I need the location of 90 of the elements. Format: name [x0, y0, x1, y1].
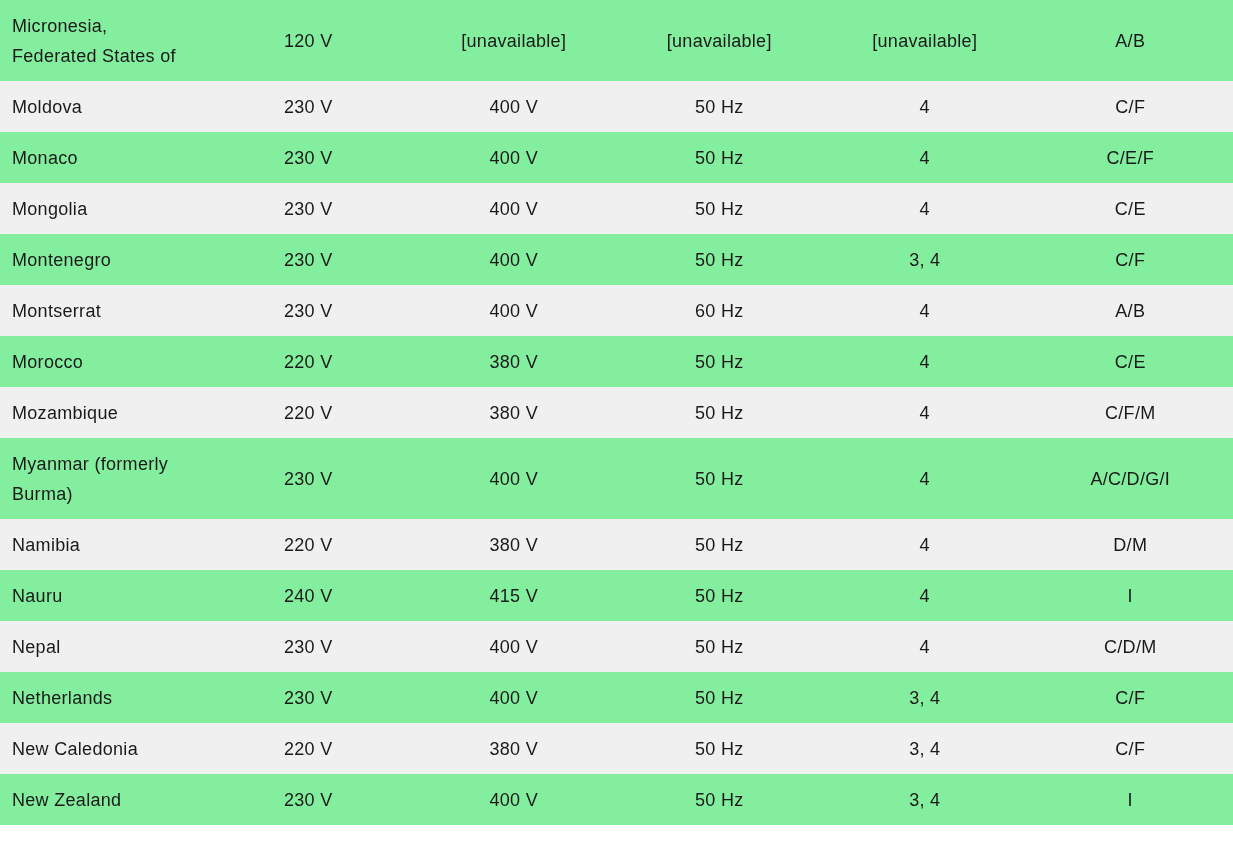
table-cell: 400 V: [489, 96, 538, 117]
table-cell: 3, 4: [909, 687, 941, 708]
table-cell: 50 Hz: [695, 468, 744, 489]
table-cell: 4: [919, 585, 930, 606]
table-cell: 50 Hz: [695, 738, 744, 759]
table-cell: Moldova: [12, 96, 83, 117]
table-cell: [unavailable]: [872, 30, 978, 51]
table-cell: 400 V: [489, 687, 538, 708]
table-cell: 50 Hz: [695, 147, 744, 168]
table-cell: Nepal: [12, 636, 61, 657]
table-cell: C/E: [1114, 198, 1146, 219]
table-cell: A/B: [1115, 30, 1146, 51]
table-cell: 230 V: [283, 468, 333, 489]
table-cell: 380 V: [489, 351, 538, 372]
table-cell: D/M: [1113, 534, 1148, 555]
table-cell: 230 V: [283, 789, 333, 810]
table-cell: Netherlands: [12, 687, 113, 708]
table-cell: Montserrat: [12, 300, 102, 321]
table-cell: 50 Hz: [695, 687, 744, 708]
table-cell: 4: [919, 402, 930, 423]
table-cell: 400 V: [489, 468, 538, 489]
table-cell: 4: [919, 147, 930, 168]
table-cell: [unavailable]: [666, 30, 772, 51]
table-cell: Nauru: [12, 585, 63, 606]
table-cell: 50 Hz: [695, 351, 744, 372]
table-cell: 3, 4: [909, 789, 941, 810]
table-cell: Namibia: [12, 534, 81, 555]
table-cell: C/F: [1115, 249, 1146, 270]
table-cell: 230 V: [283, 687, 333, 708]
table-cell: 3, 4: [909, 738, 941, 759]
table-cell: C/F: [1115, 96, 1146, 117]
table-cell: [unavailable]: [461, 30, 567, 51]
table-cell: 50 Hz: [695, 96, 744, 117]
table-cell: Myanmar (formerly Burma): [12, 453, 169, 504]
table-cell: 50 Hz: [695, 636, 744, 657]
table-cell: A/C/D/G/I: [1090, 468, 1171, 489]
table-cell: 60 Hz: [695, 300, 744, 321]
table-cell: 240 V: [283, 585, 333, 606]
table-cell: 230 V: [283, 198, 333, 219]
table-cell: Mozambique: [12, 402, 119, 423]
table-cell: 400 V: [489, 147, 538, 168]
table-cell: 4: [919, 351, 930, 372]
table-cell: I: [1127, 789, 1133, 810]
table-cell: C/F: [1115, 687, 1146, 708]
table-cell: C/E/F: [1106, 147, 1154, 168]
table-cell: 400 V: [489, 249, 538, 270]
table-cell: 4: [919, 468, 930, 489]
table-cell: 4: [919, 198, 930, 219]
table-cell: 50 Hz: [695, 789, 744, 810]
table-cell: Mongolia: [12, 198, 88, 219]
table-cell: 230 V: [283, 300, 333, 321]
table-cell: 220 V: [283, 738, 333, 759]
table-cell: 4: [919, 96, 930, 117]
table-cell: A/B: [1115, 300, 1146, 321]
table-cell: Morocco: [12, 351, 84, 372]
table-cell: 230 V: [283, 147, 333, 168]
table-cell: Monaco: [12, 147, 78, 168]
table-cell: New Zealand: [12, 789, 122, 810]
table-cell: C/E: [1114, 351, 1146, 372]
table-cell: 400 V: [489, 636, 538, 657]
table-cell: 230 V: [283, 636, 333, 657]
table-cell: C/F/M: [1105, 402, 1156, 423]
table-cell: 400 V: [489, 789, 538, 810]
table-cell: 50 Hz: [695, 198, 744, 219]
table-cell: 120 V: [283, 30, 333, 51]
table-cell: New Caledonia: [12, 738, 138, 759]
table-cell: 4: [919, 300, 930, 321]
table-cell: 50 Hz: [695, 534, 744, 555]
table-cell: 400 V: [489, 198, 538, 219]
table-cell: 230 V: [283, 249, 333, 270]
table-cell: 380 V: [489, 738, 538, 759]
table-cell: C/D/M: [1104, 636, 1157, 657]
table-cell: 50 Hz: [695, 585, 744, 606]
table-cell: I: [1127, 585, 1133, 606]
table-cell: 380 V: [489, 534, 538, 555]
table-cell: 400 V: [489, 300, 538, 321]
table-cell: 50 Hz: [695, 249, 744, 270]
table-cell: 220 V: [283, 534, 333, 555]
table-cell: 4: [919, 534, 930, 555]
table-cell: C/F: [1115, 738, 1146, 759]
table-cell: 3, 4: [909, 249, 941, 270]
table-cell: 380 V: [489, 402, 538, 423]
table-cell: 4: [919, 636, 930, 657]
table-cell: Montenegro: [12, 249, 112, 270]
table-cell: 220 V: [283, 402, 333, 423]
table-cell: 220 V: [283, 351, 333, 372]
table-cell: 230 V: [283, 96, 333, 117]
table-cell: 50 Hz: [695, 402, 744, 423]
table-cell: 415 V: [489, 585, 538, 606]
table-cell: Micronesia, Federated States of: [12, 15, 176, 66]
